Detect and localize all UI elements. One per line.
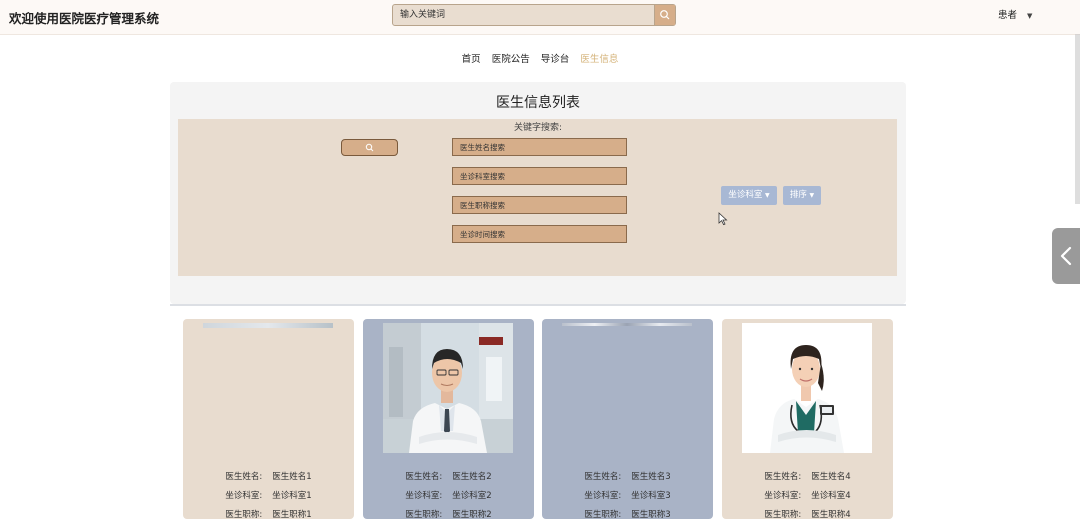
doctor-card[interactable]: 医生姓名: 医生姓名4 坐诊科室: 坐诊科室4 医生职称: 医生职称4 (722, 319, 893, 520)
doctor-department: 坐诊科室2 (452, 491, 492, 501)
doctor-card[interactable]: 医生姓名: 医生姓名1 坐诊科室: 坐诊科室1 医生职称: 医生职称1 (183, 319, 354, 520)
doctor-department: 坐诊科室4 (811, 491, 851, 501)
caret-down-icon: ▼ (809, 192, 815, 199)
nav-doctor-info[interactable]: 医生信息 (580, 54, 618, 65)
global-search-button[interactable] (654, 5, 675, 25)
nav-home[interactable]: 首页 (462, 54, 481, 65)
doctor-department: 坐诊科室1 (272, 491, 312, 501)
page-title: 医生信息列表 (496, 95, 580, 111)
search-icon (660, 10, 670, 20)
chevron-left-icon (1060, 246, 1072, 266)
sort-dropdown[interactable]: 排序 ▼ (783, 186, 821, 205)
doctor-department: 坐诊科室3 (631, 491, 671, 501)
doctor-title: 医生职称1 (272, 510, 312, 520)
doctor-photo (383, 323, 513, 453)
doctor-photo (742, 323, 872, 453)
nav-triage-desk[interactable]: 导诊台 (541, 54, 570, 65)
doctor-photo (562, 323, 692, 453)
doctor-name: 医生姓名2 (452, 472, 492, 482)
doctor-name: 医生姓名3 (631, 472, 671, 482)
clinic-time-search-field[interactable] (452, 225, 627, 243)
caret-down-icon: ▼ (765, 192, 770, 199)
user-menu[interactable]: 患者 ▼ (998, 7, 1032, 21)
keyword-search-label: 关键字搜索: (513, 123, 563, 133)
doctor-name-search-field[interactable] (452, 138, 627, 156)
nav-announcements[interactable]: 医院公告 (492, 54, 530, 65)
global-search-input[interactable] (393, 5, 655, 25)
side-collapse-tab[interactable] (1052, 228, 1080, 284)
user-label: 患者 (998, 10, 1018, 21)
mouse-cursor-icon (718, 212, 728, 226)
doctor-title: 医生职称2 (452, 510, 492, 520)
scrollbar[interactable] (1075, 34, 1080, 204)
doctor-photo (203, 323, 333, 453)
doctor-name: 医生姓名1 (272, 472, 312, 482)
global-search (392, 4, 676, 26)
doctor-title: 医生职称4 (811, 510, 851, 520)
doctor-title-search-field[interactable] (452, 196, 627, 214)
doctor-card[interactable]: 医生姓名: 医生姓名2 坐诊科室: 坐诊科室2 医生职称: 医生职称2 (363, 319, 534, 520)
doctor-title: 医生职称3 (631, 510, 671, 520)
site-title: 欢迎使用医院医疗管理系统 (9, 11, 160, 26)
search-icon (365, 143, 374, 152)
department-search-field[interactable] (452, 167, 627, 185)
section-divider (170, 304, 906, 306)
main-nav: 首页 医院公告 导诊台 医生信息 (0, 51, 1080, 65)
filter-search-button[interactable] (341, 139, 398, 156)
department-dropdown[interactable]: 坐诊科室 ▼ (721, 186, 777, 205)
chevron-down-icon: ▼ (1027, 12, 1033, 20)
doctor-card[interactable]: 医生姓名: 医生姓名3 坐诊科室: 坐诊科室3 医生职称: 医生职称3 (542, 319, 713, 520)
doctor-name: 医生姓名4 (811, 472, 851, 482)
